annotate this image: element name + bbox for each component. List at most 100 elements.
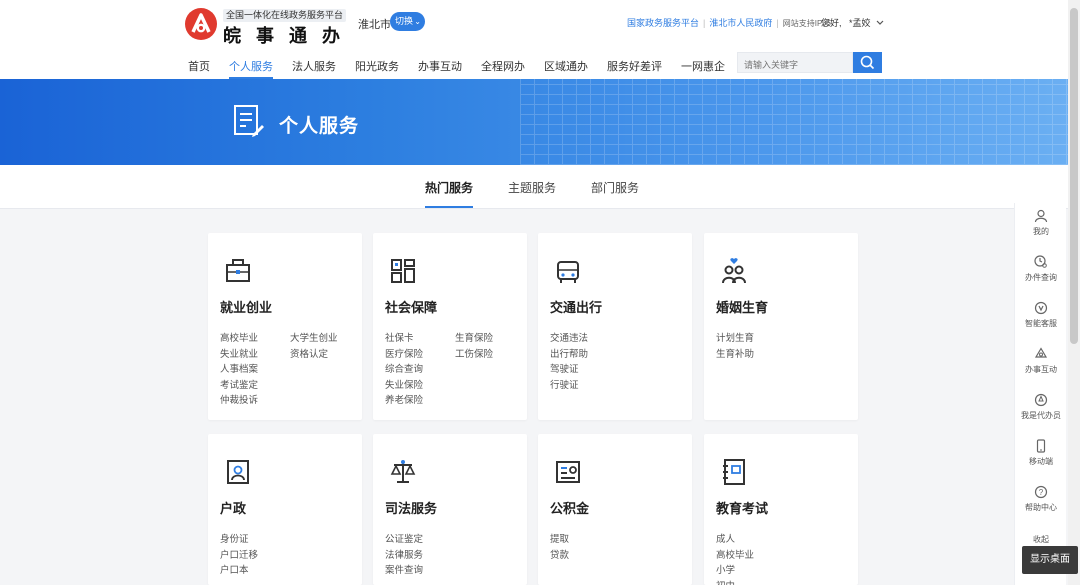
card-item[interactable]: 户口本 [220, 563, 356, 579]
brand-logo-icon[interactable] [184, 7, 218, 41]
card-title: 就业创业 [220, 300, 273, 315]
card-item[interactable]: 成人 [716, 532, 852, 548]
platform-subtitle: 全国一体化在线政务服务平台 [223, 9, 347, 22]
card-item[interactable]: 交通违法 [550, 331, 686, 347]
card-item[interactable]: 考试鉴定 [220, 378, 290, 394]
card-items: 成人 高校毕业 小学 初中 [716, 532, 852, 585]
card-item[interactable]: 提取 [550, 532, 686, 548]
service-card-household[interactable]: 户政 身份证 户口迁移 户口本 [208, 434, 362, 585]
link-city-government[interactable]: 淮北市人民政府 [709, 16, 772, 29]
card-item[interactable]: 出行帮助 [550, 347, 686, 363]
side-item-label: 我是代办员 [1021, 411, 1061, 420]
side-item-help-center[interactable]: ? 帮助中心 [1015, 485, 1067, 513]
card-item[interactable]: 人事档案 [220, 362, 290, 378]
service-card-employment[interactable]: 就业创业 高校毕业 大学生创业 失业就业 资格认定 人事档案 考试鉴定 仲裁投诉 [208, 233, 362, 420]
card-item[interactable]: 综合查询 [385, 362, 455, 378]
card-item[interactable]: 案件查询 [385, 563, 521, 579]
card-item[interactable]: 仲裁投诉 [220, 393, 290, 409]
card-item[interactable]: 法律服务 [385, 548, 521, 564]
link-national-platform[interactable]: 国家政务服务平台 [627, 16, 699, 29]
document-edit-icon [234, 105, 264, 137]
service-card-marriage-birth[interactable]: 婚姻生育 计划生育 生育补助 [704, 233, 858, 420]
card-item[interactable]: 公证鉴定 [385, 532, 521, 548]
card-item[interactable]: 高校毕业 [220, 331, 290, 347]
service-card-judicial[interactable]: 司法服务 公证鉴定 法律服务 案件查询 [373, 434, 527, 585]
scrollbar-thumb[interactable] [1070, 8, 1078, 344]
card-item[interactable]: 高校毕业 [716, 548, 852, 564]
service-card-transportation[interactable]: 交通出行 交通违法 出行帮助 驾驶证 行驶证 [538, 233, 692, 420]
tab-theme-services[interactable]: 主题服务 [508, 179, 556, 208]
banner-pattern [520, 79, 1080, 165]
agent-icon [1034, 393, 1048, 407]
card-title: 教育考试 [716, 501, 769, 516]
card-item[interactable]: 身份证 [220, 532, 356, 548]
service-card-education[interactable]: 教育考试 成人 高校毕业 小学 初中 [704, 434, 858, 585]
side-item-label: 办件查询 [1025, 273, 1057, 282]
card-items: 社保卡 生育保险 医疗保险 工伤保险 综合查询 失业保险 养老保险 [385, 331, 521, 409]
card-item[interactable]: 失业保险 [385, 378, 455, 394]
card-item[interactable]: 行驶证 [550, 378, 686, 394]
side-item-label: 移动端 [1029, 457, 1053, 466]
card-item[interactable]: 医疗保险 [385, 347, 455, 363]
recycle-icon [1034, 347, 1048, 358]
side-item-smart-service[interactable]: 智能客服 [1015, 301, 1067, 329]
search-input[interactable] [737, 52, 853, 73]
side-item-mine[interactable]: 我的 [1015, 209, 1067, 237]
page-scrollbar[interactable] [1068, 0, 1080, 585]
user-menu[interactable]: *孟姣 [849, 16, 884, 29]
card-item[interactable]: 工伤保险 [455, 347, 521, 363]
brand-name[interactable]: 皖事通办 [223, 22, 355, 48]
nav-home[interactable]: 首页 [188, 58, 210, 79]
city-switch-button[interactable]: 切换 ⌄ [390, 12, 425, 31]
side-item-label: 智能客服 [1025, 319, 1057, 328]
service-card-housing-fund[interactable]: 公积金 提取 贷款 [538, 434, 692, 585]
nav-interaction[interactable]: 办事互动 [418, 58, 462, 79]
card-item[interactable]: 养老保险 [385, 393, 455, 409]
mobile-icon [1036, 439, 1046, 453]
side-item-collapse[interactable]: 收起 [1015, 534, 1067, 545]
couple-icon [722, 258, 746, 284]
page: 全国一体化在线政务服务平台 皖事通办 淮北市 切换 ⌄ 国家政务服务平台 | 淮北市… [0, 0, 1080, 585]
show-desktop-tooltip: 显示桌面 [1022, 546, 1078, 574]
scales-icon [390, 460, 416, 483]
link-separator: | [703, 18, 706, 28]
greeting: 您好, [821, 18, 842, 28]
nav-personal-services[interactable]: 个人服务 [229, 58, 273, 79]
nav-online-services[interactable]: 全程网办 [481, 58, 525, 79]
nav-legal-person-services[interactable]: 法人服务 [292, 58, 336, 79]
card-item[interactable]: 生育保险 [455, 331, 521, 347]
side-panel: 我的 办件查询 智能客服 办事互动 我是代办员 移动端 ? 帮助中心 收起 [1014, 203, 1066, 585]
side-item-agent[interactable]: 我是代办员 [1015, 393, 1067, 421]
fund-card-icon [556, 461, 580, 483]
side-item-mobile[interactable]: 移动端 [1015, 439, 1067, 467]
tab-hot-services[interactable]: 热门服务 [425, 179, 474, 208]
username: *孟姣 [849, 18, 871, 28]
banner [0, 79, 1080, 165]
card-items: 计划生育 生育补助 [716, 331, 852, 362]
card-item[interactable]: 失业就业 [220, 347, 290, 363]
side-item-label: 我的 [1033, 227, 1049, 236]
card-items: 提取 贷款 [550, 532, 686, 563]
card-item[interactable]: 贷款 [550, 548, 686, 564]
nav-open-government[interactable]: 阳光政务 [355, 58, 399, 79]
card-item[interactable]: 社保卡 [385, 331, 455, 347]
card-item[interactable]: 小学 [716, 563, 852, 579]
service-card-social-security[interactable]: 社会保障 社保卡 生育保险 医疗保险 工伤保险 综合查询 失业保险 养老保险 [373, 233, 527, 420]
card-item[interactable]: 资格认定 [290, 347, 356, 363]
card-item[interactable]: 驾驶证 [550, 362, 686, 378]
nav-service-rating[interactable]: 服务好差评 [607, 58, 662, 79]
card-item[interactable]: 大学生创业 [290, 331, 356, 347]
card-item[interactable]: 生育补助 [716, 347, 852, 363]
card-item[interactable]: 初中 [716, 579, 852, 585]
search-button[interactable] [853, 52, 882, 73]
side-item-progress-query[interactable]: 办件查询 [1015, 255, 1067, 283]
nav-regional-services[interactable]: 区域通办 [544, 58, 588, 79]
nav-enterprise-benefits[interactable]: 一网惠企 [681, 58, 725, 79]
card-item[interactable]: 户口迁移 [220, 548, 356, 564]
svg-text:?: ? [1039, 488, 1044, 497]
tab-department-services[interactable]: 部门服务 [591, 179, 639, 208]
side-item-interaction[interactable]: 办事互动 [1015, 347, 1067, 375]
card-item[interactable]: 计划生育 [716, 331, 852, 347]
book-icon [723, 459, 745, 485]
robot-icon [1034, 301, 1048, 315]
